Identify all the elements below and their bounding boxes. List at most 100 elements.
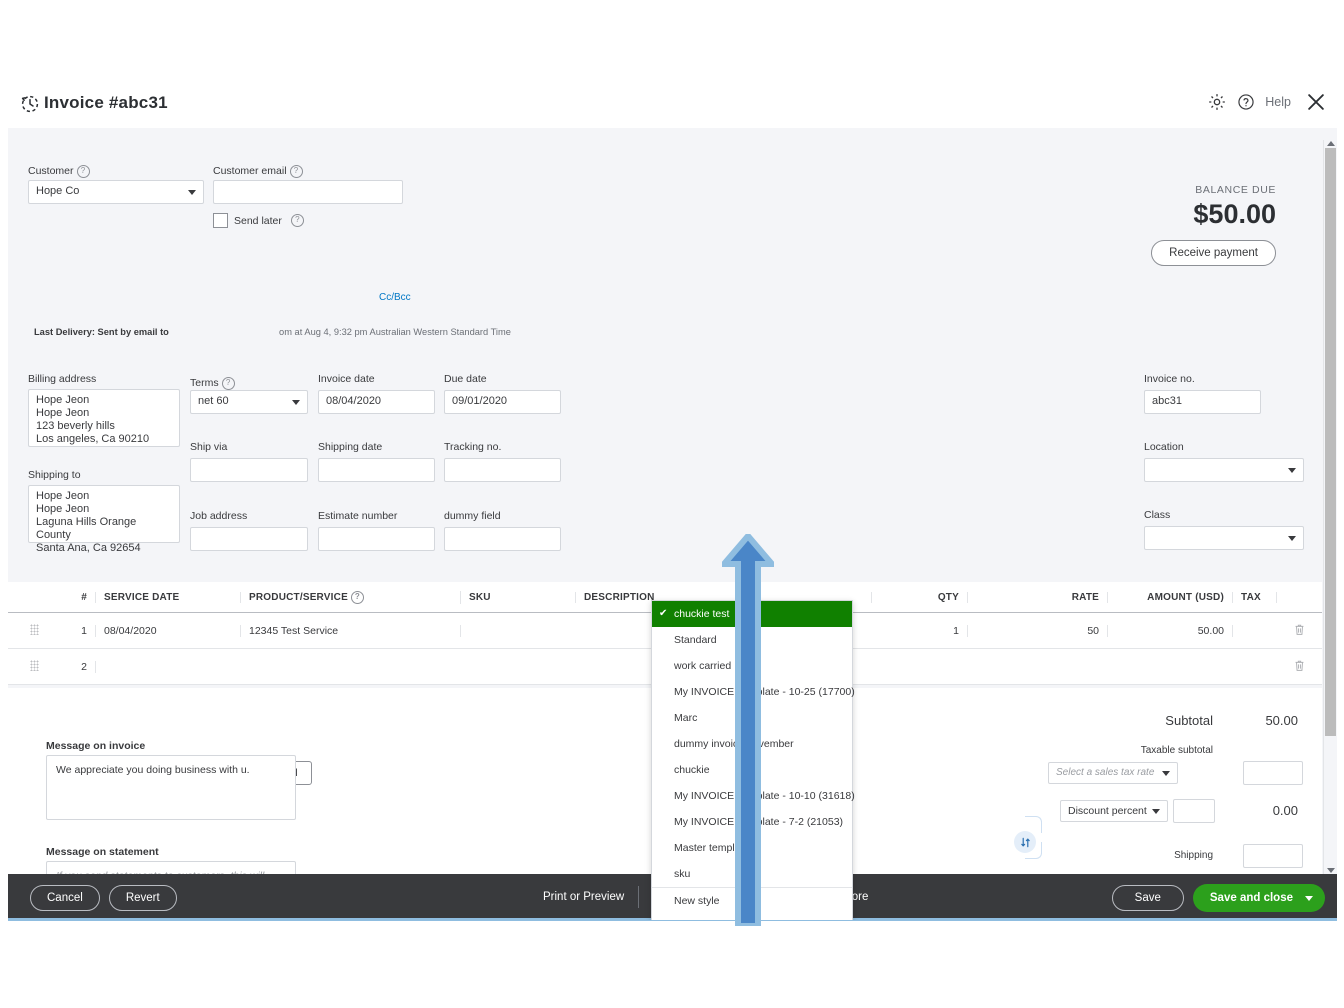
estimate-number-label: Estimate number bbox=[318, 510, 398, 522]
shipping-total-label: Shipping bbox=[1174, 850, 1213, 861]
invoice-date-input[interactable]: 08/04/2020 bbox=[318, 390, 435, 414]
chevron-down-icon[interactable] bbox=[1305, 895, 1313, 901]
row-amount[interactable]: 50.00 bbox=[1108, 624, 1233, 637]
message-on-statement-input[interactable]: If you send statements to customers, thi… bbox=[46, 861, 296, 874]
customer-help-icon[interactable]: ? bbox=[76, 165, 90, 178]
terms-label: Terms bbox=[190, 377, 219, 389]
due-date-label: Due date bbox=[444, 373, 487, 385]
shipping-amount-input[interactable] bbox=[1243, 844, 1303, 868]
chevron-down-icon bbox=[1288, 536, 1296, 541]
send-later-help-icon[interactable]: ? bbox=[290, 214, 304, 227]
balance-due-label: BALANCE DUE bbox=[1195, 184, 1276, 196]
chevron-down-icon bbox=[292, 400, 300, 405]
gear-icon[interactable] bbox=[1207, 92, 1227, 112]
shipping-to-input[interactable]: Hope Jeon Hope Jeon Laguna Hills Orange … bbox=[28, 485, 180, 554]
chevron-down-icon bbox=[1288, 468, 1296, 473]
shipping-date-input[interactable] bbox=[318, 458, 435, 482]
terms-label-wrap: Terms? bbox=[190, 373, 235, 391]
cancel-button[interactable]: Cancel bbox=[30, 885, 100, 911]
header-num: # bbox=[60, 591, 96, 603]
history-clock-icon[interactable] bbox=[20, 94, 40, 114]
location-select[interactable] bbox=[1144, 458, 1304, 482]
scroll-down-arrow-icon[interactable] bbox=[1327, 868, 1335, 873]
customer-email-input[interactable] bbox=[213, 180, 403, 204]
row-delete-button[interactable] bbox=[1277, 659, 1322, 675]
customer-email-help-icon[interactable]: ? bbox=[289, 165, 303, 178]
subtotal-label: Subtotal bbox=[1165, 713, 1213, 728]
revert-button[interactable]: Revert bbox=[108, 885, 177, 911]
header-rate: RATE bbox=[968, 591, 1108, 603]
job-address-input[interactable] bbox=[190, 527, 308, 551]
row-qty[interactable]: 1 bbox=[872, 624, 968, 637]
header-amount: AMOUNT (USD) bbox=[1108, 591, 1233, 603]
discount-type-value: Discount percent bbox=[1068, 805, 1147, 817]
class-label: Class bbox=[1144, 509, 1171, 521]
discount-amount-input[interactable] bbox=[1173, 799, 1215, 823]
message-on-invoice-input[interactable]: We appreciate you doing business with u. bbox=[46, 755, 296, 820]
terms-value: net 60 bbox=[198, 395, 229, 407]
row-service-date[interactable]: 08/04/2020 bbox=[96, 624, 241, 637]
invoice-no-label: Invoice no. bbox=[1144, 373, 1195, 385]
chevron-down-icon bbox=[1152, 809, 1160, 814]
page-title: Invoice #abc31 bbox=[44, 93, 168, 112]
class-select[interactable] bbox=[1144, 526, 1304, 550]
save-button[interactable]: Save bbox=[1111, 885, 1184, 911]
due-date-input[interactable]: 09/01/2020 bbox=[444, 390, 561, 414]
print-or-preview-button[interactable]: Print or Preview bbox=[529, 891, 638, 903]
discount-type-select[interactable]: Discount percent bbox=[1060, 800, 1168, 822]
row-delete-button[interactable] bbox=[1277, 623, 1322, 639]
save-and-close-label: Save and close bbox=[1209, 892, 1293, 904]
subtotal-value: 50.00 bbox=[1265, 713, 1298, 728]
dummy-field-input[interactable] bbox=[444, 527, 561, 551]
customer-label-wrap: Customer? bbox=[28, 161, 90, 179]
tracking-no-input[interactable] bbox=[444, 458, 561, 482]
discount-value: 0.00 bbox=[1272, 803, 1298, 818]
last-delivery-text: Last Delivery: Sent by email to om at Au… bbox=[34, 327, 511, 337]
sales-tax-rate-select[interactable]: Select a sales tax rate bbox=[1048, 762, 1178, 784]
customer-email-label-wrap: Customer email? bbox=[213, 161, 303, 179]
scroll-up-arrow-icon[interactable] bbox=[1327, 141, 1335, 146]
customer-email-label: Customer email bbox=[213, 165, 287, 177]
window-header: Invoice #abc31 Help bbox=[8, 82, 1337, 128]
header-tax: TAX bbox=[1233, 591, 1277, 603]
save-and-close-button[interactable]: Save and close bbox=[1192, 884, 1325, 912]
close-x-icon[interactable] bbox=[1305, 91, 1327, 113]
header-service-date: SERVICE DATE bbox=[96, 591, 241, 603]
row-rate[interactable]: 50 bbox=[968, 624, 1108, 637]
invoice-no-input[interactable]: abc31 bbox=[1144, 390, 1261, 414]
cc-bcc-link[interactable]: Cc/Bcc bbox=[379, 292, 411, 303]
row-drag-handle-icon[interactable] bbox=[8, 659, 60, 674]
row-product-service[interactable]: 12345 Test Service bbox=[241, 624, 461, 637]
header-sku: SKU bbox=[461, 591, 576, 603]
scrollbar-thumb[interactable] bbox=[1325, 148, 1336, 736]
terms-help-icon[interactable]: ? bbox=[221, 377, 235, 390]
receive-payment-button[interactable]: Receive payment bbox=[1151, 240, 1276, 266]
message-on-invoice-label: Message on invoice bbox=[46, 740, 146, 752]
last-delivery-prefix: Last Delivery: Sent by email to bbox=[34, 327, 169, 337]
billing-address-input[interactable]: Hope Jeon Hope Jeon 123 beverly hills Lo… bbox=[28, 389, 180, 447]
row-drag-handle-icon[interactable] bbox=[8, 623, 60, 638]
customer-value: Hope Co bbox=[36, 185, 80, 197]
send-later-checkbox[interactable] bbox=[213, 213, 228, 228]
vertical-scrollbar[interactable] bbox=[1323, 140, 1337, 874]
chevron-down-icon bbox=[1162, 771, 1170, 776]
question-circle-icon[interactable] bbox=[1237, 93, 1255, 111]
chevron-down-icon bbox=[188, 190, 196, 195]
send-later-row: Send later ? bbox=[213, 213, 304, 228]
bracket-top bbox=[1025, 816, 1042, 833]
invoice-date-label: Invoice date bbox=[318, 373, 375, 385]
estimate-number-input[interactable] bbox=[318, 527, 435, 551]
invoice-window: Invoice #abc31 Help BALANCE DUE $50.00 R… bbox=[8, 82, 1337, 920]
balance-due-block: BALANCE DUE $50.00 Receive payment bbox=[1151, 184, 1276, 266]
taxable-subtotal-input[interactable] bbox=[1243, 761, 1303, 785]
trash-icon bbox=[1294, 623, 1305, 636]
help-label[interactable]: Help bbox=[1265, 95, 1291, 109]
terms-select[interactable]: net 60 bbox=[190, 390, 308, 414]
taxable-subtotal-label: Taxable subtotal bbox=[1140, 745, 1213, 756]
billing-address-label: Billing address bbox=[28, 373, 97, 385]
customer-select[interactable]: Hope Co bbox=[28, 180, 204, 204]
balance-due-amount: $50.00 bbox=[1193, 199, 1276, 229]
ship-via-input[interactable] bbox=[190, 458, 308, 482]
product-service-help-icon[interactable]: ? bbox=[350, 590, 364, 604]
sales-tax-rate-placeholder: Select a sales tax rate bbox=[1056, 767, 1155, 778]
